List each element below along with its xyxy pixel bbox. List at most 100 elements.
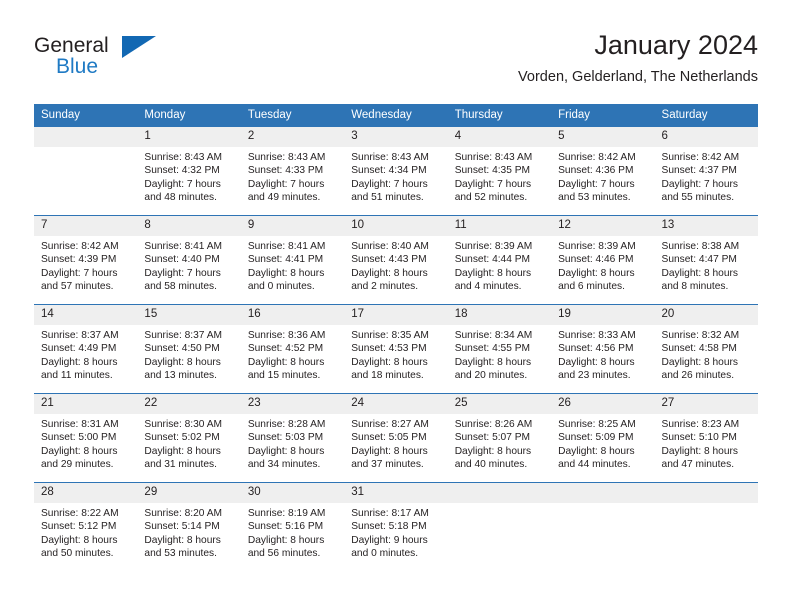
day-detail-line: Sunset: 4:37 PM — [661, 165, 737, 177]
day-detail-line: Sunrise: 8:42 AM — [558, 152, 636, 163]
day-detail-line: Sunrise: 8:39 AM — [558, 241, 636, 252]
day-detail-line: Daylight: 8 hours — [661, 445, 738, 457]
day-detail-line: Sunset: 5:18 PM — [351, 521, 427, 533]
day-number: 8 — [137, 216, 241, 236]
day-details: Sunrise: 8:42 AM Sunset: 4:39 PM Daylight:… — [34, 236, 137, 293]
logo-triangle-icon — [122, 36, 156, 58]
day-number: 16 — [240, 305, 345, 325]
calendar-day-cell[interactable]: 12 Sunrise: 8:39 AM Sunset: 4:46 PM Dayligh… — [551, 215, 655, 305]
day-detail-line: Daylight: 7 hours — [558, 178, 635, 190]
day-detail-line: Sunset: 5:10 PM — [661, 432, 737, 444]
day-detail-line: Sunrise: 8:23 AM — [661, 419, 740, 430]
calendar-day-cell[interactable]: 17 Sunrise: 8:35 AM Sunset: 4:53 PM Dayligh… — [344, 304, 448, 394]
calendar-day-cell[interactable]: 11 Sunrise: 8:39 AM Sunset: 4:44 PM Dayligh… — [447, 215, 552, 305]
calendar-day-cell[interactable]: 3 Sunrise: 8:43 AM Sunset: 4:34 PM Daylight… — [344, 126, 448, 216]
day-detail-line: Sunset: 5:14 PM — [144, 521, 220, 533]
calendar-day-cell[interactable]: 29 Sunrise: 8:20 AM Sunset: 5:14 PM Dayligh… — [137, 482, 241, 572]
weekday-header-monday: Monday — [137, 104, 241, 127]
day-detail-line: Sunset: 4:32 PM — [144, 165, 220, 177]
calendar-day-cell[interactable]: 18 Sunrise: 8:34 AM Sunset: 4:55 PM Dayligh… — [447, 304, 552, 394]
calendar-day-cell[interactable]: 21 Sunrise: 8:31 AM Sunset: 5:00 PM Dayligh… — [34, 393, 138, 483]
day-detail-line: and 53 minutes. — [558, 191, 631, 203]
day-detail-line: and 0 minutes. — [247, 280, 315, 292]
day-number: 13 — [654, 216, 758, 236]
day-detail-line: Sunrise: 8:32 AM — [661, 330, 740, 341]
day-detail-line: Daylight: 8 hours — [144, 445, 221, 457]
day-detail-line: Sunrise: 8:19 AM — [247, 508, 326, 519]
day-details: Sunrise: 8:41 AM Sunset: 4:40 PM Daylight:… — [137, 236, 240, 293]
day-detail-line: and 49 minutes. — [247, 191, 321, 203]
calendar-day-cell[interactable]: 19 Sunrise: 8:33 AM Sunset: 4:56 PM Dayligh… — [551, 304, 655, 394]
day-details: Sunrise: 8:42 AM Sunset: 4:36 PM Daylight:… — [551, 147, 654, 204]
day-details: Sunrise: 8:43 AM Sunset: 4:33 PM Daylight:… — [241, 147, 344, 204]
day-details: Sunrise: 8:37 AM Sunset: 4:49 PM Daylight:… — [34, 325, 137, 382]
day-detail-line: Sunset: 5:00 PM — [41, 432, 117, 444]
calendar-day-cell[interactable]: 25 Sunrise: 8:26 AM Sunset: 5:07 PM Dayligh… — [447, 393, 552, 483]
day-details: Sunrise: 8:26 AM Sunset: 5:07 PM Daylight:… — [448, 414, 551, 471]
day-detail-line: Sunrise: 8:42 AM — [661, 152, 740, 163]
calendar-day-cell[interactable]: 24 Sunrise: 8:27 AM Sunset: 5:05 PM Dayligh… — [344, 393, 448, 483]
calendar-day-cell[interactable]: 4 Sunrise: 8:43 AM Sunset: 4:35 PM Daylight… — [447, 126, 552, 216]
day-detail-line: Sunrise: 8:43 AM — [351, 152, 429, 163]
day-detail-line: and 6 minutes. — [558, 280, 625, 292]
calendar-day-cell[interactable]: 10 Sunrise: 8:40 AM Sunset: 4:43 PM Dayligh… — [344, 215, 448, 305]
day-detail-line: Sunset: 5:09 PM — [558, 432, 634, 444]
calendar-day-cell[interactable]: 31 Sunrise: 8:17 AM Sunset: 5:18 PM Dayligh… — [344, 482, 448, 572]
day-detail-line: Daylight: 8 hours — [351, 356, 428, 368]
day-detail-line: Sunset: 5:05 PM — [351, 432, 427, 444]
calendar-day-cell[interactable]: 14 Sunrise: 8:37 AM Sunset: 4:49 PM Dayligh… — [34, 304, 138, 394]
calendar-day-cell[interactable]: 5 Sunrise: 8:42 AM Sunset: 4:36 PM Daylight… — [551, 126, 655, 216]
calendar-day-cell[interactable]: 26 Sunrise: 8:25 AM Sunset: 5:09 PM Dayligh… — [551, 393, 655, 483]
calendar-day-cell[interactable]: 7 Sunrise: 8:42 AM Sunset: 4:39 PM Daylight… — [34, 215, 138, 305]
calendar-day-cell[interactable]: 30 Sunrise: 8:19 AM Sunset: 5:16 PM Dayligh… — [240, 482, 345, 572]
calendar-day-cell[interactable]: 1 Sunrise: 8:43 AM Sunset: 4:32 PM Daylight… — [137, 126, 241, 216]
day-number: 15 — [137, 305, 241, 325]
calendar-day-cell[interactable]: 9 Sunrise: 8:41 AM Sunset: 4:41 PM Daylight… — [240, 215, 345, 305]
day-detail-line: Sunrise: 8:38 AM — [661, 241, 740, 252]
day-details — [34, 147, 137, 151]
day-detail-line: Sunset: 5:16 PM — [247, 521, 324, 533]
day-detail-line: and 29 minutes. — [41, 458, 114, 470]
day-detail-line: Daylight: 7 hours — [454, 178, 532, 190]
weekday-header-friday: Friday — [551, 104, 655, 127]
day-detail-line: and 55 minutes. — [661, 191, 735, 203]
day-details: Sunrise: 8:31 AM Sunset: 5:00 PM Daylight:… — [34, 414, 137, 471]
calendar-day-cell[interactable]: 6 Sunrise: 8:42 AM Sunset: 4:37 PM Daylight… — [654, 126, 758, 216]
calendar-body: 1 Sunrise: 8:43 AM Sunset: 4:32 PM Daylight… — [34, 126, 758, 572]
calendar-day-cell[interactable]: 23 Sunrise: 8:28 AM Sunset: 5:03 PM Dayligh… — [240, 393, 345, 483]
day-number: 20 — [654, 305, 758, 325]
calendar-day-cell[interactable]: 20 Sunrise: 8:32 AM Sunset: 4:58 PM Dayligh… — [654, 304, 758, 394]
calendar-day-cell[interactable]: 22 Sunrise: 8:30 AM Sunset: 5:02 PM Dayligh… — [137, 393, 241, 483]
day-detail-line: Sunset: 4:55 PM — [454, 343, 531, 355]
day-details: Sunrise: 8:42 AM Sunset: 4:37 PM Daylight:… — [655, 147, 758, 204]
day-detail-line: Sunrise: 8:41 AM — [144, 241, 223, 252]
day-detail-line: Sunrise: 8:26 AM — [454, 419, 533, 430]
calendar-day-cell[interactable]: 13 Sunrise: 8:38 AM Sunset: 4:47 PM Dayligh… — [654, 215, 758, 305]
day-details: Sunrise: 8:28 AM Sunset: 5:03 PM Daylight:… — [241, 414, 344, 471]
day-detail-line: Daylight: 8 hours — [247, 267, 325, 279]
day-detail-line: and 20 minutes. — [454, 369, 528, 381]
calendar-page: General Blue January 2024 Vorden, Gelder… — [0, 0, 792, 612]
calendar-day-cell[interactable]: 27 Sunrise: 8:23 AM Sunset: 5:10 PM Dayligh… — [654, 393, 758, 483]
calendar-day-cell[interactable]: 28 Sunrise: 8:22 AM Sunset: 5:12 PM Dayligh… — [34, 482, 138, 572]
day-detail-line: and 52 minutes. — [454, 191, 528, 203]
day-details: Sunrise: 8:22 AM Sunset: 5:12 PM Daylight:… — [34, 503, 137, 560]
calendar-day-cell[interactable]: 16 Sunrise: 8:36 AM Sunset: 4:52 PM Dayligh… — [240, 304, 345, 394]
day-number: 11 — [447, 216, 552, 236]
day-number: 23 — [240, 394, 345, 414]
calendar-day-cell[interactable]: 8 Sunrise: 8:41 AM Sunset: 4:40 PM Daylight… — [137, 215, 241, 305]
day-number: 31 — [344, 483, 448, 503]
calendar-day-cell[interactable]: 15 Sunrise: 8:37 AM Sunset: 4:50 PM Dayligh… — [137, 304, 241, 394]
day-number: 6 — [654, 127, 758, 147]
day-detail-line: Daylight: 8 hours — [558, 445, 635, 457]
calendar-day-cell[interactable]: 2 Sunrise: 8:43 AM Sunset: 4:33 PM Daylight… — [240, 126, 345, 216]
day-detail-line: Sunrise: 8:41 AM — [247, 241, 326, 252]
day-detail-line: and 18 minutes. — [351, 369, 424, 381]
day-details: Sunrise: 8:30 AM Sunset: 5:02 PM Daylight:… — [137, 414, 240, 471]
day-number: 19 — [551, 305, 655, 325]
day-detail-line: Sunrise: 8:36 AM — [247, 330, 326, 341]
day-detail-line: Sunset: 4:46 PM — [558, 254, 634, 266]
day-detail-line: Sunset: 4:35 PM — [454, 165, 531, 177]
day-detail-line: and 53 minutes. — [144, 547, 217, 559]
day-detail-line: Sunrise: 8:34 AM — [454, 330, 533, 341]
